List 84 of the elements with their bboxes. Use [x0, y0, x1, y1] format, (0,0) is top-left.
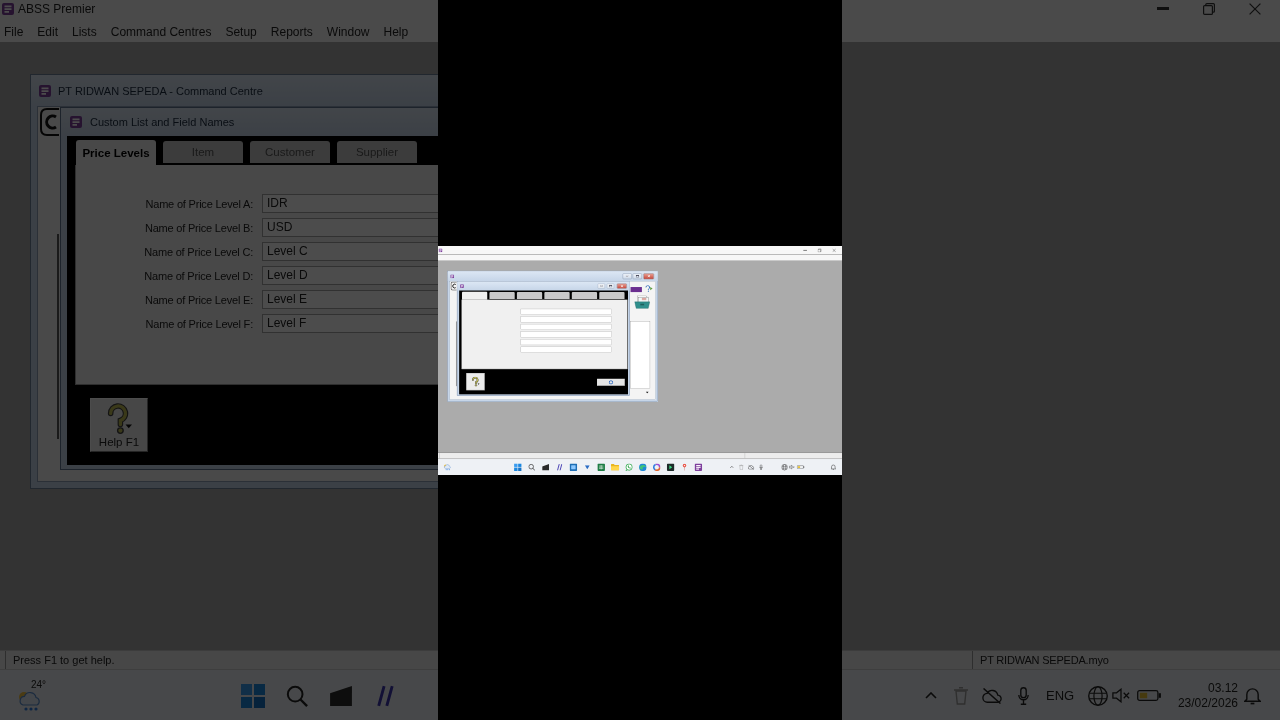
menu-item[interactable]: Setup: [225, 25, 257, 39]
weather-icon[interactable]: [443, 463, 452, 470]
close-button[interactable]: [616, 283, 627, 289]
help-icon[interactable]: [645, 284, 653, 292]
folder-icon[interactable]: [610, 463, 620, 470]
field-label: Name of Price Level F:: [144, 317, 253, 330]
close-button[interactable]: [643, 272, 654, 279]
tab[interactable]: [630, 286, 642, 292]
weather-icon[interactable]: [16, 691, 42, 711]
language-indicator[interactable]: ENG: [1046, 688, 1075, 703]
app-logo-icon: [70, 116, 82, 128]
tab[interactable]: [544, 291, 570, 299]
chevron-up-icon[interactable]: [925, 692, 937, 699]
help-button[interactable]: [466, 372, 485, 390]
input-field[interactable]: USD: [262, 218, 438, 237]
input-field[interactable]: [520, 346, 612, 353]
tab[interactable]: [489, 291, 515, 299]
ok-button[interactable]: [597, 378, 625, 386]
maximize-button[interactable]: [632, 272, 642, 279]
list-panel: [630, 320, 651, 389]
input-field[interactable]: [520, 323, 612, 330]
question-mark-icon: [106, 402, 132, 435]
app-title: ABSS Premier: [18, 1, 96, 16]
tile-icon[interactable]: [666, 462, 675, 471]
file-name: PT RIDWAN SEPEDA.myo: [980, 654, 1109, 666]
task-view-icon[interactable]: [542, 463, 550, 470]
caret-icon[interactable]: [645, 391, 649, 393]
tab[interactable]: [599, 291, 625, 299]
globe-icon[interactable]: [1088, 685, 1108, 706]
field-label: Name of Price Level B:: [143, 221, 253, 234]
grid-icon[interactable]: [597, 462, 605, 471]
ring-icon[interactable]: [652, 462, 661, 471]
input-field[interactable]: [520, 308, 612, 315]
input-field[interactable]: IDR: [262, 194, 438, 213]
menu-item[interactable]: Window: [326, 25, 370, 39]
microphone-icon[interactable]: [1018, 686, 1029, 705]
logo-icon: [40, 108, 60, 136]
maximize-icon: [608, 284, 613, 287]
menu-item[interactable]: Reports: [270, 25, 313, 39]
tab[interactable]: Price Levels: [76, 140, 156, 165]
menu-item[interactable]: Edit: [37, 25, 59, 39]
start-icon[interactable]: [514, 462, 522, 471]
tab[interactable]: [462, 291, 488, 300]
bin-icon[interactable]: [954, 686, 968, 705]
app-logo-icon[interactable]: [694, 462, 703, 471]
input-field[interactable]: Level F: [262, 314, 438, 333]
maximize-button[interactable]: [606, 283, 615, 289]
app-logo-icon: [450, 273, 455, 278]
speaker-mute-icon[interactable]: [1112, 688, 1130, 703]
browser-icon[interactable]: [639, 462, 647, 471]
input-field[interactable]: Level E: [262, 290, 438, 309]
bell-icon[interactable]: [1244, 686, 1261, 705]
app-logo-icon: [39, 84, 51, 97]
triangle-icon[interactable]: [584, 464, 590, 469]
card-file-icon[interactable]: [634, 295, 651, 309]
clock-date[interactable]: 23/02/2026: [1177, 695, 1238, 711]
app-logo-icon: [460, 283, 464, 288]
tile-icon[interactable]: [569, 462, 578, 471]
battery-icon[interactable]: [1137, 690, 1161, 701]
menu-item[interactable]: Lists: [72, 25, 97, 39]
start-icon[interactable]: [241, 683, 265, 708]
tab[interactable]: [516, 291, 543, 299]
maximize-icon: [635, 274, 639, 277]
clock-time[interactable]: 03.12: [1207, 680, 1238, 696]
input-field[interactable]: [520, 315, 612, 322]
help-button[interactable]: Help F1: [90, 398, 148, 452]
restore-icon[interactable]: [1203, 2, 1215, 15]
input-field[interactable]: Level D: [262, 266, 438, 285]
close-icon[interactable]: [1249, 2, 1261, 15]
temperature-text[interactable]: 24°: [30, 680, 46, 690]
search-icon[interactable]: [286, 684, 308, 707]
input-field[interactable]: [520, 331, 612, 338]
menu-item[interactable]: Help: [383, 25, 409, 39]
cloud-off-icon[interactable]: [982, 687, 1002, 704]
input-field[interactable]: Level C: [262, 242, 438, 261]
field-label: Name of Price Level A:: [144, 197, 253, 210]
field-label: Name of Price Level E:: [143, 293, 253, 306]
menu-item[interactable]: Command Centres: [110, 25, 212, 39]
chat-icon[interactable]: [625, 462, 633, 471]
menu-item[interactable]: File: [4, 25, 24, 39]
minimize-icon: [625, 275, 629, 277]
input-field[interactable]: [520, 338, 612, 345]
status-text: Press F1 to get help.: [13, 654, 115, 666]
tab[interactable]: [571, 291, 598, 299]
